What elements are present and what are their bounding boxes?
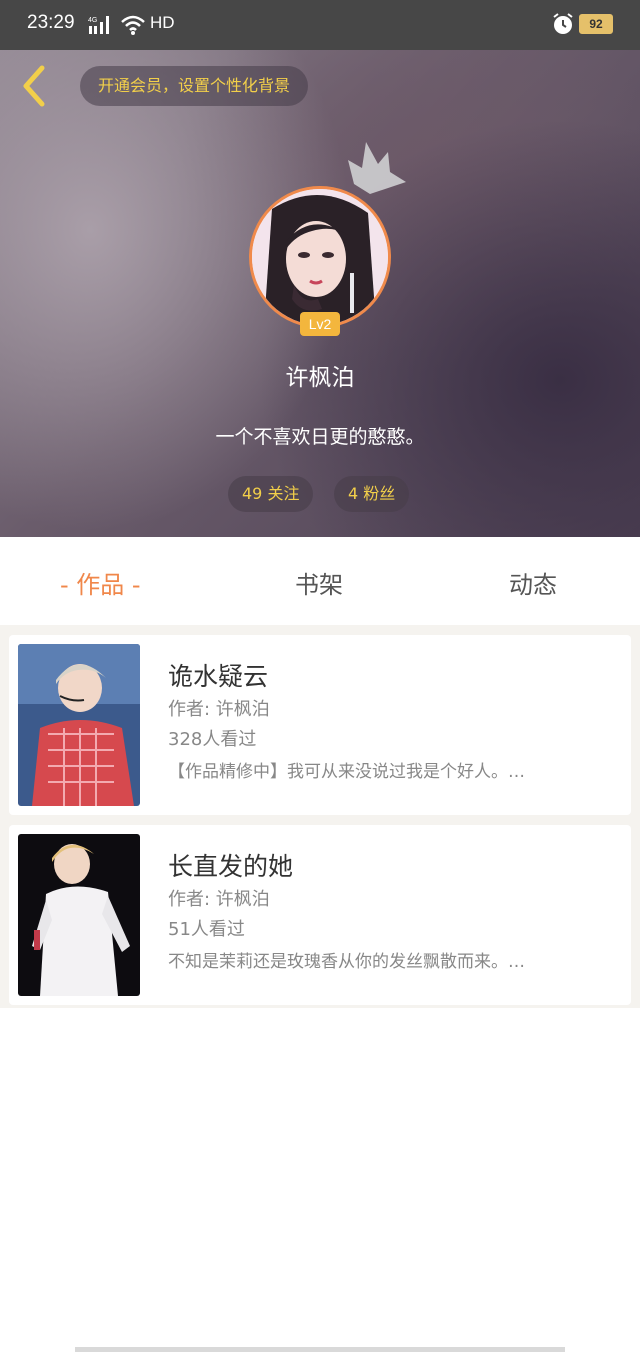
- profile-header: 开通会员，设置个性化背景 Lv2 许枫泊 一个不喜欢日更的憨憨。 49 关注 4…: [0, 50, 640, 537]
- followers-count-button[interactable]: 4 粉丝: [334, 476, 410, 512]
- avatar[interactable]: [249, 186, 391, 328]
- book-cover-image: [18, 834, 140, 996]
- work-author: 作者: 许枫泊: [168, 699, 270, 720]
- vip-background-button[interactable]: 开通会员，设置个性化背景: [80, 66, 309, 106]
- avatar-image: [252, 189, 388, 325]
- level-badge: Lv2: [300, 312, 340, 336]
- alarm-icon: [553, 13, 573, 34]
- list-item[interactable]: 诡水疑云 作者: 许枫泊 328人看过 【作品精修中】我可从来没说过我是个好人。…: [9, 635, 631, 815]
- user-bio: 一个不喜欢日更的憨憨。: [215, 426, 425, 448]
- book-cover-image: [18, 644, 140, 806]
- work-views: 51人看过: [168, 919, 245, 940]
- work-description: 不知是茉莉还是玫瑰香从你的发丝飘散而来。…: [168, 952, 525, 972]
- signal-icon: 4G: [88, 16, 109, 34]
- status-time: 23:29: [27, 12, 75, 33]
- network-label: HD: [150, 13, 175, 32]
- list-item[interactable]: 长直发的她 作者: 许枫泊 51人看过 不知是茉莉还是玫瑰香从你的发丝飘散而来。…: [9, 825, 631, 1005]
- battery-icon: 92: [579, 14, 613, 34]
- back-arrow-icon[interactable]: [16, 64, 52, 108]
- wifi-icon: [121, 15, 145, 35]
- tab-activity[interactable]: 动态: [509, 565, 557, 600]
- profile-tabs: - 作品 - 书架 动态: [0, 537, 640, 625]
- work-author: 作者: 许枫泊: [168, 889, 270, 910]
- svg-text:4G: 4G: [88, 17, 97, 24]
- work-title: 诡水疑云: [168, 662, 269, 691]
- tab-bookshelf[interactable]: 书架: [295, 565, 343, 600]
- home-indicator: [75, 1347, 565, 1352]
- tab-works[interactable]: - 作品 -: [60, 565, 141, 600]
- work-description: 【作品精修中】我可从来没说过我是个好人。…: [168, 762, 525, 782]
- following-count-button[interactable]: 49 关注: [228, 476, 314, 512]
- username: 许枫泊: [285, 365, 355, 391]
- work-title: 长直发的她: [168, 852, 294, 881]
- work-views: 328人看过: [168, 729, 257, 750]
- status-bar: 23:29 4G HD 92: [0, 0, 640, 50]
